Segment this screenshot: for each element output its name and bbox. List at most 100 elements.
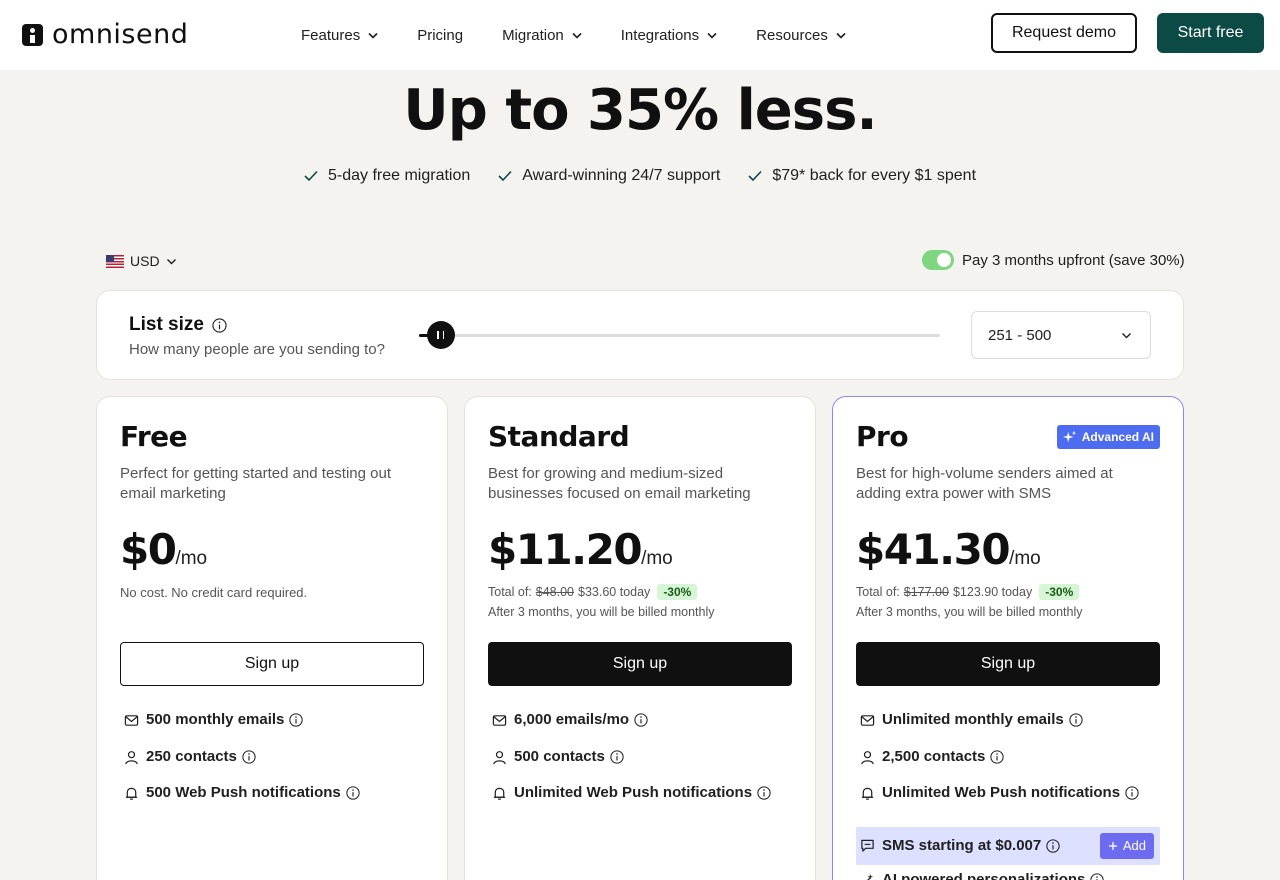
- menu-integrations-label: Integrations: [620, 26, 700, 44]
- currency-selector[interactable]: USD: [106, 253, 177, 269]
- menu-migration[interactable]: Migration: [502, 27, 582, 44]
- plan-card-pro: Pro Advanced AI Best for high-volume sen…: [832, 396, 1184, 880]
- plus-icon: [1108, 841, 1117, 850]
- logo-text: omnisend: [52, 19, 189, 50]
- currency-label: USD: [130, 253, 160, 269]
- benefit-label: Award-winning 24/7 support: [522, 167, 721, 184]
- info-icon[interactable]: [757, 786, 771, 800]
- feature-label: 2,500 contacts: [882, 747, 986, 765]
- chevron-down-icon: [1122, 333, 1131, 339]
- feature-item: 2,500 contacts: [860, 748, 1160, 785]
- info-icon[interactable]: [1069, 713, 1083, 727]
- plan-price: $0 /mo: [120, 525, 207, 574]
- info-icon[interactable]: [1046, 838, 1060, 853]
- feature-list: 6,000 emails/mo 500 contacts Unlimited W…: [492, 711, 792, 821]
- info-icon[interactable]: [634, 713, 648, 727]
- check-icon: [304, 170, 318, 182]
- bell-icon: [861, 787, 874, 800]
- plan-price: $11.20 /mo: [488, 525, 673, 574]
- menu-pricing-label: Pricing: [417, 26, 464, 44]
- price-amount: $0: [120, 525, 177, 574]
- menu-pricing[interactable]: Pricing: [417, 27, 463, 44]
- menu-migration-label: Migration: [502, 26, 564, 44]
- plan-price: $41.30 /mo: [856, 525, 1041, 574]
- total-label: Total of:: [488, 585, 532, 599]
- feature-label: Unlimited Web Push notifications: [514, 784, 753, 801]
- chevron-down-icon: [836, 32, 846, 39]
- add-sms-label: Add: [1122, 838, 1146, 853]
- omnisend-logo[interactable]: omnisend: [22, 19, 188, 50]
- chevron-down-icon: [368, 32, 378, 39]
- benefits-list: 5-day free migration Award-winning 24/7 …: [0, 167, 1280, 185]
- price-unit: /mo: [641, 548, 673, 569]
- menu-integrations[interactable]: Integrations: [621, 27, 717, 44]
- menu-features-label: Features: [301, 26, 361, 44]
- benefit-label: 5-day free migration: [327, 167, 471, 184]
- benefit-item: Award-winning 24/7 support: [498, 167, 720, 185]
- menu-features[interactable]: Features: [301, 27, 378, 44]
- feature-label: Unlimited monthly emails: [882, 711, 1064, 728]
- envelope-icon: [124, 715, 139, 726]
- billing-note: After 3 months, you will be billed month…: [856, 605, 1083, 619]
- info-icon[interactable]: [289, 713, 304, 727]
- original-total: $177.00: [903, 585, 949, 599]
- price-unit: /mo: [1009, 548, 1041, 569]
- feature-label: 500 monthly emails: [146, 711, 285, 728]
- chat-icon: [861, 839, 874, 852]
- menu-resources[interactable]: Resources: [756, 27, 846, 44]
- plan-description: Best for growing and medium-sized busine…: [488, 465, 751, 502]
- request-demo-button[interactable]: Request demo: [991, 13, 1137, 53]
- info-icon[interactable]: [1125, 786, 1139, 800]
- chevron-down-icon: [707, 32, 717, 39]
- main-menu: Features Pricing Migration Integrations …: [301, 0, 885, 70]
- feature-list: Unlimited monthly emails 2,500 contacts …: [856, 711, 1160, 880]
- total-line: Total of: $48.00 $33.60 today -30%: [488, 584, 698, 600]
- info-icon[interactable]: [346, 786, 360, 800]
- feature-item: 500 contacts: [492, 748, 792, 785]
- sign-up-button-free[interactable]: Sign up: [120, 642, 424, 686]
- plan-name: Free: [120, 420, 188, 453]
- price-unit: /mo: [175, 548, 208, 569]
- feature-list: 500 monthly emails 250 contacts 500 Web …: [124, 711, 424, 821]
- slider-handle[interactable]: [426, 321, 455, 349]
- total-label: Total of:: [856, 585, 900, 599]
- info-icon[interactable]: [610, 749, 624, 764]
- info-icon[interactable]: [242, 749, 256, 764]
- discount-badge: -30%: [1039, 584, 1080, 600]
- feature-item: 500 Web Push notifications: [124, 784, 424, 821]
- magic-wand-icon: [866, 873, 874, 880]
- info-icon[interactable]: [1090, 872, 1105, 880]
- sign-up-button-standard[interactable]: Sign up: [488, 642, 792, 686]
- plan-name: Pro: [856, 420, 909, 453]
- list-size-title: List size: [129, 314, 227, 336]
- list-size-slider[interactable]: [419, 321, 940, 349]
- list-size-title-text: List size: [129, 314, 204, 335]
- feature-item: Unlimited Web Push notifications: [492, 784, 792, 821]
- feature-label: 500 Web Push notifications: [146, 784, 341, 801]
- plan-description: Best for high-volume senders aimed at ad…: [856, 465, 1113, 502]
- upfront-toggle[interactable]: [922, 250, 954, 270]
- sms-feature-row: SMS starting at $0.007 Add: [856, 826, 1160, 865]
- feature-item: Unlimited monthly emails: [860, 711, 1160, 748]
- today-total: $123.90 today: [952, 585, 1033, 599]
- feature-label: Unlimited Web Push notifications: [882, 784, 1121, 801]
- feature-item: AI powered personalizations: [860, 871, 1160, 880]
- us-flag-icon: [106, 254, 124, 268]
- price-amount: $11.20: [488, 525, 643, 574]
- info-icon[interactable]: [212, 317, 227, 333]
- plan-card-standard: Standard Best for growing and medium-siz…: [464, 396, 816, 880]
- start-free-button[interactable]: Start free: [1157, 13, 1264, 53]
- menu-resources-label: Resources: [756, 26, 828, 44]
- price-amount: $41.30: [856, 525, 1011, 574]
- benefit-item: $79* back for every $1 spent: [748, 167, 976, 185]
- person-icon: [125, 750, 138, 764]
- sparkle-icon: [1062, 430, 1076, 443]
- add-sms-button[interactable]: Add: [1099, 832, 1154, 859]
- feature-label: 6,000 emails/mo: [514, 711, 630, 728]
- advanced-ai-label: Advanced AI: [1081, 430, 1154, 444]
- advanced-ai-badge: Advanced AI: [1056, 425, 1160, 449]
- list-size-dropdown[interactable]: 251 - 500: [971, 311, 1151, 359]
- sign-up-button-pro[interactable]: Sign up: [856, 642, 1160, 686]
- info-icon[interactable]: [990, 749, 1005, 764]
- feature-item: 250 contacts: [124, 748, 424, 785]
